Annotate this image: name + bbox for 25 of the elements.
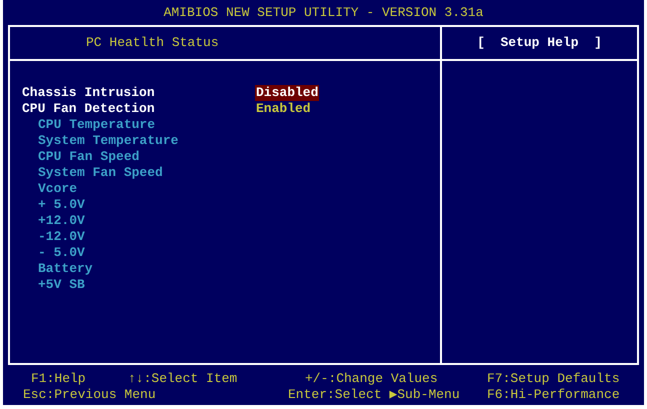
key-hint: Enter:Select ▶Sub-Menu (288, 387, 461, 403)
reading-label: +12.0V (38, 213, 85, 229)
setting-value[interactable]: Enabled (255, 101, 312, 117)
key-hint: F1:Help (31, 371, 87, 387)
setting-label: CPU Fan Detection (22, 101, 156, 117)
window-title: AMIBIOS NEW SETUP UTILITY - VERSION 3.31a (162, 4, 484, 22)
key-hint: F7:Setup Defaults (487, 371, 621, 387)
reading-label: CPU Temperature (38, 117, 156, 133)
reading-label: CPU Fan Speed (38, 149, 140, 165)
setting-label: Chassis Intrusion (22, 85, 156, 101)
reading-label: - 5.0V (38, 245, 85, 261)
reading-label: System Fan Speed (38, 165, 163, 181)
reading-label: System Temperature (38, 133, 178, 149)
reading-label: Vcore (38, 181, 78, 197)
reading-label: + 5.0V (38, 197, 85, 213)
key-hint: ↑↓:Select Item (128, 371, 238, 387)
key-hint: Esc:Previous Menu (23, 387, 157, 403)
reading-label: -12.0V (38, 229, 85, 245)
setting-value[interactable]: Disabled (255, 85, 320, 101)
reading-label: +5V SB (38, 277, 85, 293)
help-title: [ Setup Help ] (477, 35, 602, 51)
panel-title: PC Heatlth Status (86, 35, 219, 51)
key-hint: F6:Hi-Performance (487, 387, 621, 403)
reading-label: Battery (38, 261, 93, 277)
key-hint: +/-:Change Values (305, 371, 439, 387)
